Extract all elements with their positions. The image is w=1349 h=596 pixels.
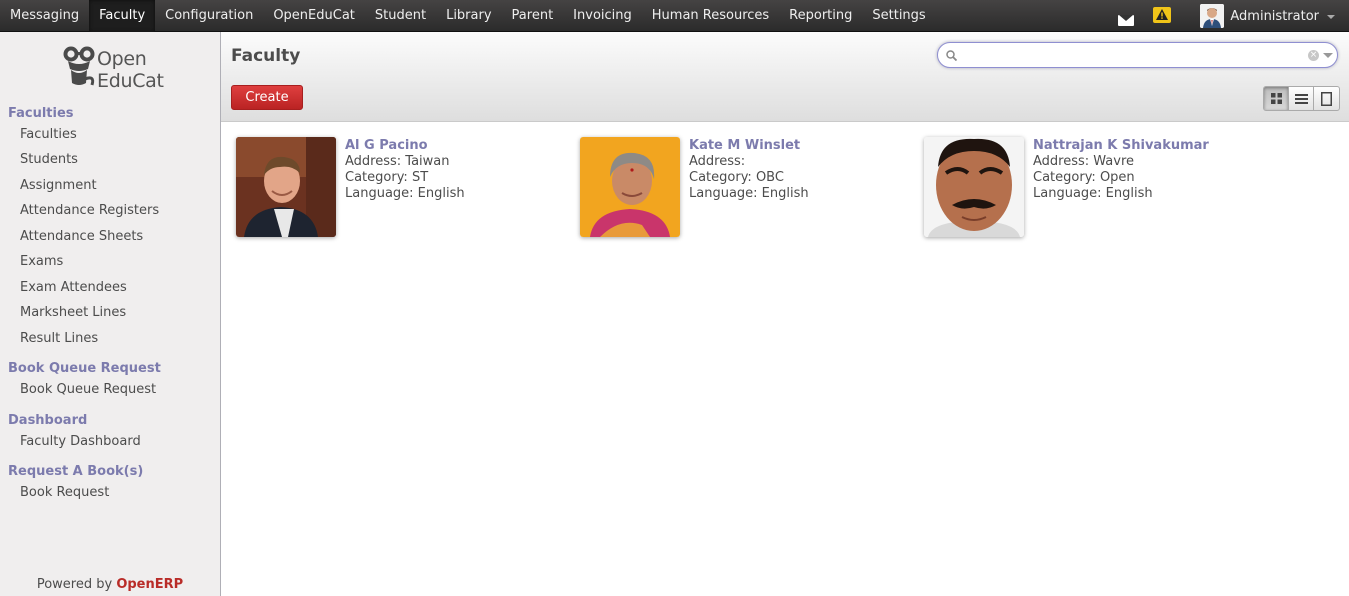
menu-configuration[interactable]: Configuration — [155, 0, 263, 32]
faculty-name[interactable]: Nattrajan K Shivakumar — [1033, 138, 1209, 154]
faculty-language: Language: English — [689, 186, 809, 201]
search-icon — [946, 50, 957, 61]
section-request-a-book: Request A Book(s) — [8, 464, 144, 479]
faculty-address: Address: Wavre — [1033, 154, 1135, 169]
sidebar-item-faculties[interactable]: Faculties — [20, 127, 77, 142]
faculty-photo[interactable] — [580, 137, 680, 237]
faculty-name[interactable]: Al G Pacino — [345, 138, 465, 154]
powered-by-text: Powered by — [36, 577, 117, 592]
faculty-language: Language: English — [345, 186, 465, 201]
top-navbar: Messaging Faculty Configuration OpenEduC… — [0, 0, 1349, 32]
kanban-icon — [1270, 93, 1282, 104]
faculty-address: Address: — [689, 154, 746, 169]
warning-icon[interactable] — [1153, 6, 1172, 23]
clear-search-icon[interactable]: × — [1308, 50, 1319, 61]
create-button[interactable]: Create — [231, 85, 303, 110]
page-title: Faculty — [231, 46, 301, 66]
openeducat-logo: Open EduCat — [62, 45, 172, 95]
menu-human-resources[interactable]: Human Resources — [642, 0, 779, 32]
chevron-down-icon[interactable] — [1327, 15, 1335, 19]
sidebar-item-exams[interactable]: Exams — [20, 254, 63, 269]
sidebar-item-assignment[interactable]: Assignment — [20, 178, 97, 193]
faculty-info: Nattrajan K Shivakumar Address: Wavre Ca… — [1033, 138, 1209, 202]
list-icon — [1294, 93, 1308, 104]
faculty-info: Kate M Winslet Address: Category: OBC La… — [689, 138, 809, 202]
powered-by: Powered by OpenERP — [0, 577, 220, 592]
sidebar-item-faculty-dashboard[interactable]: Faculty Dashboard — [20, 434, 141, 449]
menu-settings[interactable]: Settings — [862, 0, 935, 32]
view-switcher — [1263, 86, 1340, 111]
menu-openeducat[interactable]: OpenEduCat — [263, 0, 365, 32]
openerp-link[interactable]: OpenERP — [116, 577, 183, 592]
menu-faculty[interactable]: Faculty — [89, 0, 156, 32]
list-view-button[interactable] — [1289, 87, 1314, 110]
menu-parent[interactable]: Parent — [502, 0, 564, 32]
faculty-category: Category: ST — [345, 170, 429, 185]
control-panel: Faculty Create × — [221, 32, 1349, 122]
menu-invoicing[interactable]: Invoicing — [563, 0, 642, 32]
faculty-photo[interactable] — [924, 137, 1024, 237]
faculty-address: Address: Taiwan — [345, 154, 450, 169]
top-menu: Messaging Faculty Configuration OpenEduC… — [0, 0, 936, 32]
menu-reporting[interactable]: Reporting — [779, 0, 862, 32]
form-icon — [1321, 91, 1332, 106]
menu-student[interactable]: Student — [365, 0, 436, 32]
sidebar: Open EduCat Faculties Faculties Students… — [0, 32, 221, 596]
faculty-language: Language: English — [1033, 186, 1153, 201]
sidebar-item-book-request[interactable]: Book Request — [20, 485, 109, 500]
sidebar-item-attendance-registers[interactable]: Attendance Registers — [20, 203, 159, 218]
sidebar-item-attendance-sheets[interactable]: Attendance Sheets — [20, 229, 143, 244]
faculty-info: Al G Pacino Address: Taiwan Category: ST… — [345, 138, 465, 202]
section-book-queue-request: Book Queue Request — [8, 361, 161, 376]
logo-text: Open EduCat — [97, 48, 164, 92]
form-view-button[interactable] — [1314, 87, 1339, 110]
sidebar-item-book-queue-request[interactable]: Book Queue Request — [20, 382, 156, 397]
mail-icon[interactable] — [1118, 14, 1135, 26]
menu-messaging[interactable]: Messaging — [0, 0, 89, 32]
search-input[interactable] — [962, 46, 1302, 64]
user-avatar[interactable] — [1200, 4, 1225, 28]
faculty-category: Category: OBC — [689, 170, 784, 185]
cat-logo-icon — [63, 46, 95, 86]
user-name[interactable]: Administrator — [1230, 9, 1319, 24]
faculty-card[interactable]: Kate M Winslet Address: Category: OBC La… — [580, 137, 910, 247]
section-dashboard: Dashboard — [8, 413, 88, 428]
section-faculties: Faculties — [8, 106, 74, 121]
sidebar-item-result-lines[interactable]: Result Lines — [20, 331, 98, 346]
faculty-name[interactable]: Kate M Winslet — [689, 138, 809, 154]
sidebar-item-marksheet-lines[interactable]: Marksheet Lines — [20, 305, 126, 320]
faculty-card[interactable]: Al G Pacino Address: Taiwan Category: ST… — [236, 137, 566, 247]
sidebar-item-students[interactable]: Students — [20, 152, 78, 167]
faculty-category: Category: Open — [1033, 170, 1135, 185]
search-box[interactable]: × — [937, 42, 1338, 68]
faculty-photo[interactable] — [236, 137, 336, 237]
search-options-dropdown-icon[interactable] — [1323, 53, 1333, 58]
faculty-card[interactable]: Nattrajan K Shivakumar Address: Wavre Ca… — [924, 137, 1254, 247]
user-area: Administrator — [1118, 0, 1349, 32]
logo-line-educat: EduCat — [97, 70, 164, 92]
sidebar-item-exam-attendees[interactable]: Exam Attendees — [20, 280, 127, 295]
kanban-view-button[interactable] — [1264, 87, 1289, 110]
logo-line-open: Open — [97, 48, 147, 70]
menu-library[interactable]: Library — [436, 0, 501, 32]
